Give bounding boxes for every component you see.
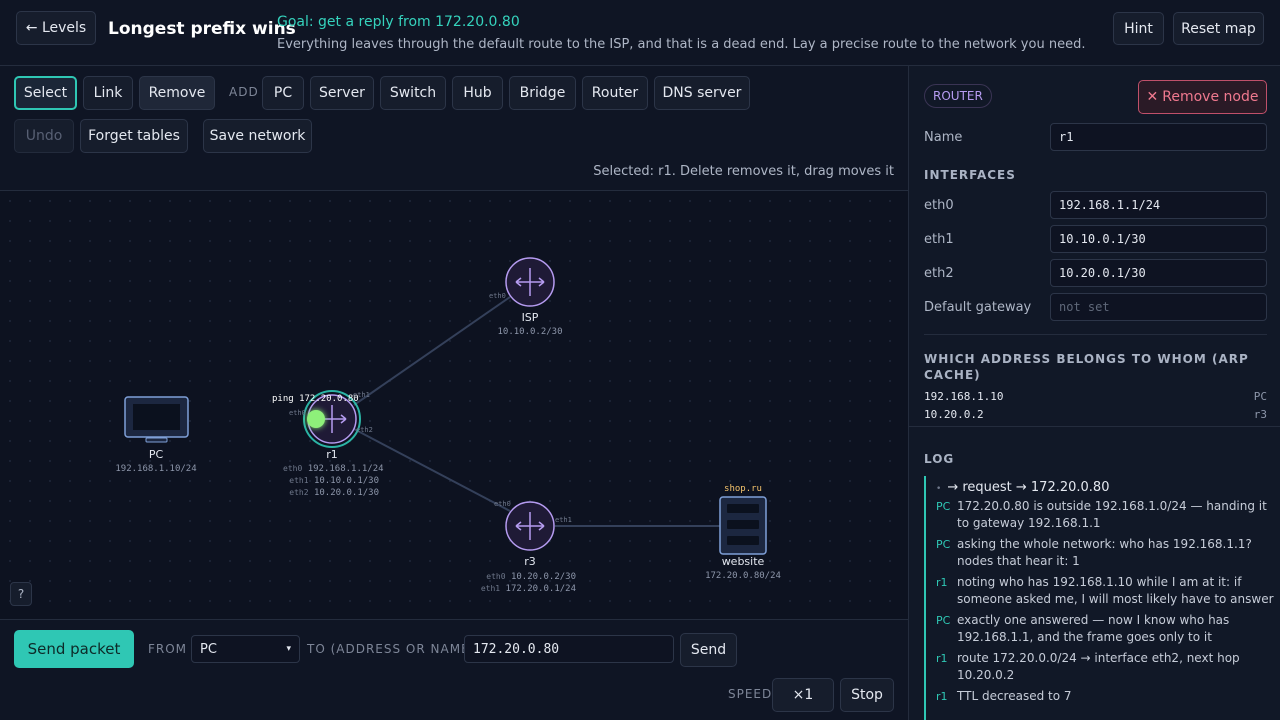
name-label: Name bbox=[924, 130, 963, 145]
r1-port-eth1: eth1 bbox=[353, 391, 370, 399]
r1-interface-list: eth0 192.168.1.1/24 eth1 10.10.0.1/30 et… bbox=[283, 464, 384, 498]
add-label: ADD bbox=[229, 85, 259, 99]
r1-name-label: r1 bbox=[326, 448, 338, 461]
undo-button[interactable]: Undo bbox=[14, 119, 74, 153]
eth0-input[interactable]: 192.168.1.1/24 bbox=[1050, 191, 1267, 219]
isp-node[interactable] bbox=[505, 257, 555, 307]
from-label: FROM bbox=[148, 642, 188, 656]
reset-map-button[interactable]: Reset map bbox=[1173, 12, 1264, 45]
arp-owner: PC bbox=[1253, 390, 1267, 403]
default-gateway-label: Default gateway bbox=[924, 300, 1032, 315]
collapse-dot-icon: • bbox=[936, 484, 942, 494]
level-title: Longest prefix wins bbox=[108, 19, 296, 39]
arp-address: 192.168.1.10 bbox=[924, 390, 1004, 403]
help-button[interactable]: ? bbox=[10, 582, 32, 606]
log-request-text: → request → 172.20.0.80 bbox=[947, 480, 1110, 495]
network-canvas[interactable]: PC 192.168.1.10/24 ISP 10.10.0.2/30 eth0… bbox=[0, 191, 908, 619]
website-node[interactable] bbox=[719, 496, 767, 555]
stop-button[interactable]: Stop bbox=[840, 678, 894, 712]
pc-address-label: 192.168.1.10/24 bbox=[115, 464, 197, 474]
goal-text: Goal: get a reply from 172.20.0.80 bbox=[277, 14, 520, 30]
selection-status: Selected: r1. Delete removes it, drag mo… bbox=[593, 164, 894, 179]
divider bbox=[909, 426, 1280, 427]
save-network-button[interactable]: Save network bbox=[203, 119, 312, 153]
arp-title: WHICH ADDRESS BELONGS TO WHOM (ARP CACHE… bbox=[924, 352, 1249, 382]
default-gateway-input[interactable]: not set bbox=[1050, 293, 1267, 321]
website-domain-label: shop.ru bbox=[724, 484, 762, 494]
arp-owner: r3 bbox=[1253, 408, 1267, 421]
log-entry: PC exactly one answered — now I know who … bbox=[936, 613, 1230, 644]
r3-interface-list: eth0 10.20.0.2/30 eth1 172.20.0.1/24 bbox=[480, 572, 576, 594]
add-pc-button[interactable]: PC bbox=[262, 76, 304, 110]
header-bar: ← Levels Longest prefix wins Goal: get a… bbox=[0, 0, 1280, 66]
log-request-header[interactable]: • → request → 172.20.0.80 bbox=[936, 480, 1274, 495]
log-entry: PC asking the whole network: who has 192.… bbox=[936, 537, 1252, 568]
eth2-label: eth2 bbox=[924, 266, 954, 281]
remove-tool-button[interactable]: Remove bbox=[139, 76, 215, 110]
add-bridge-button[interactable]: Bridge bbox=[509, 76, 576, 110]
add-router-button[interactable]: Router bbox=[582, 76, 648, 110]
node-type-badge: ROUTER bbox=[924, 84, 992, 108]
remove-node-label: Remove node bbox=[1162, 89, 1259, 105]
from-select[interactable]: PC ▾ bbox=[191, 635, 300, 663]
speed-button[interactable]: ×1 bbox=[772, 678, 834, 712]
name-input[interactable]: r1 bbox=[1050, 123, 1267, 151]
website-address-label: 172.20.0.80/24 bbox=[705, 571, 781, 581]
send-bar: Send packet FROM PC ▾ TO (ADDRESS OR NAM… bbox=[0, 619, 908, 720]
r3-name-label: r3 bbox=[524, 555, 536, 568]
log-entry: r1 noting who has 192.168.1.10 while I am… bbox=[936, 575, 1274, 606]
eth0-label: eth0 bbox=[924, 198, 954, 213]
r3-port-eth0: eth0 bbox=[494, 500, 511, 508]
r3-port-eth1: eth1 bbox=[555, 516, 572, 524]
packet-label: ping 172.20.0.80 bbox=[272, 394, 359, 404]
chevron-down-icon: ▾ bbox=[286, 644, 291, 654]
website-name-label: website bbox=[721, 555, 765, 568]
divider bbox=[924, 334, 1267, 335]
eth2-input[interactable]: 10.20.0.1/30 bbox=[1050, 259, 1267, 287]
isp-name-label: ISP bbox=[521, 311, 539, 324]
back-to-levels-button[interactable]: ← Levels bbox=[16, 11, 96, 45]
add-switch-button[interactable]: Switch bbox=[380, 76, 446, 110]
pc-node[interactable] bbox=[124, 396, 189, 443]
r3-node[interactable] bbox=[505, 501, 555, 551]
close-icon: ✕ bbox=[1146, 89, 1159, 105]
log-entry: r1 route 172.20.0.0/24 → interface eth2, … bbox=[936, 651, 1240, 682]
link-r1-isp[interactable] bbox=[353, 296, 511, 406]
pc-name-label: PC bbox=[148, 448, 164, 461]
send-button[interactable]: Send bbox=[680, 633, 737, 667]
hint-button[interactable]: Hint bbox=[1113, 12, 1164, 45]
interfaces-title: INTERFACES bbox=[924, 168, 1016, 182]
arp-row: 10.20.0.2 r3 bbox=[924, 408, 1267, 421]
r1-port-eth2: eth2 bbox=[356, 426, 373, 434]
eth1-label: eth1 bbox=[924, 232, 954, 247]
arp-address: 10.20.0.2 bbox=[924, 408, 984, 421]
remove-node-button[interactable]: ✕ Remove node bbox=[1138, 80, 1267, 114]
select-tool-button[interactable]: Select bbox=[14, 76, 77, 110]
forget-tables-button[interactable]: Forget tables bbox=[80, 119, 188, 153]
isp-port-label: eth0 bbox=[489, 292, 506, 300]
to-label: TO (ADDRESS OR NAME) bbox=[307, 642, 476, 656]
toolbar: Select Link Remove ADD PC Server Switch … bbox=[0, 66, 908, 191]
isp-address-label: 10.10.0.2/30 bbox=[497, 327, 563, 337]
log-entry: r1 TTL decreased to 7 bbox=[936, 689, 1072, 703]
add-server-button[interactable]: Server bbox=[310, 76, 374, 110]
inspector-panel: ROUTER ✕ Remove node Name r1 INTERFACES … bbox=[908, 66, 1280, 720]
level-description: Everything leaves through the default ro… bbox=[277, 37, 1086, 52]
link-tool-button[interactable]: Link bbox=[83, 76, 133, 110]
add-hub-button[interactable]: Hub bbox=[452, 76, 503, 110]
log-title: LOG bbox=[924, 452, 955, 466]
log-list[interactable]: • → request → 172.20.0.80 PC 172.20.0.80 i… bbox=[924, 476, 1274, 720]
log-entry: PC 172.20.0.80 is outside 192.168.1.0/24 … bbox=[936, 499, 1267, 530]
add-dns-server-button[interactable]: DNS server bbox=[654, 76, 750, 110]
send-packet-button[interactable]: Send packet bbox=[14, 630, 134, 668]
to-address-input[interactable]: 172.20.0.80 bbox=[464, 635, 674, 663]
speed-label: SPEED bbox=[728, 687, 773, 701]
packet-dot bbox=[307, 410, 325, 428]
r1-port-eth0: eth0 bbox=[289, 409, 306, 417]
eth1-input[interactable]: 10.10.0.1/30 bbox=[1050, 225, 1267, 253]
from-select-value: PC bbox=[200, 641, 217, 657]
arp-row: 192.168.1.10 PC bbox=[924, 390, 1267, 403]
